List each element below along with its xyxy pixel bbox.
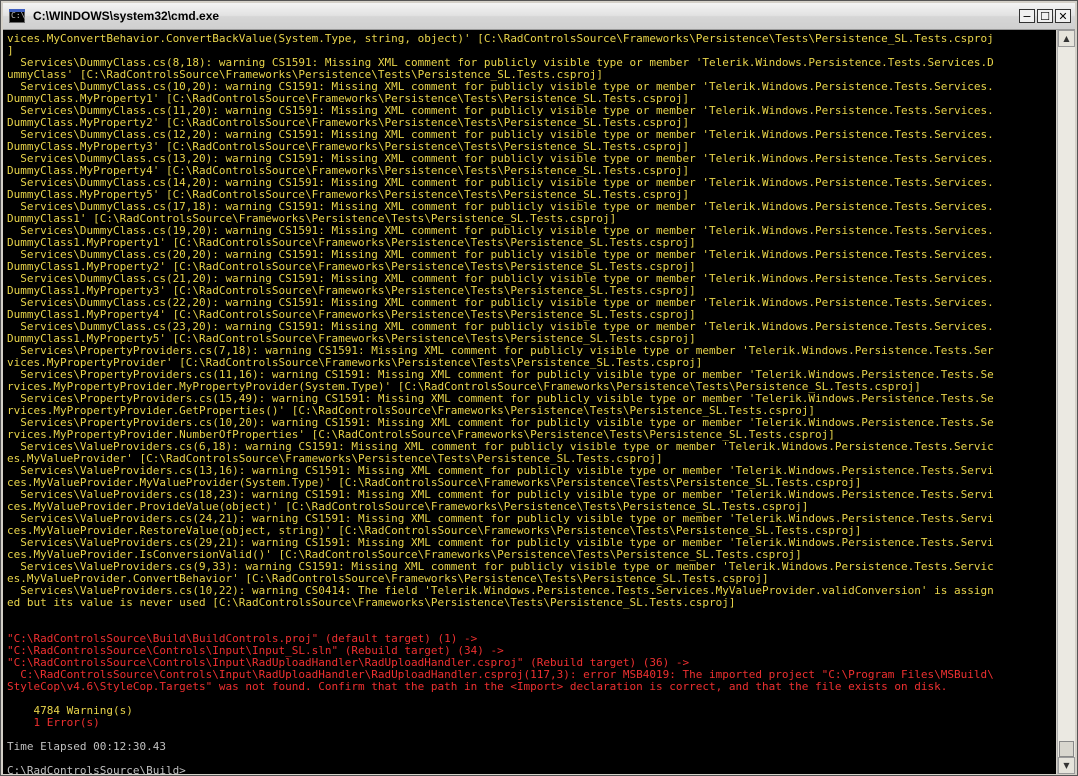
console-output[interactable]: vices.MyConvertBehavior.ConvertBackValue… (3, 30, 1056, 774)
title-bar[interactable]: C:\ C:\WINDOWS\system32\cmd.exe − ☐ ✕ (3, 3, 1075, 30)
console-text: vices.MyConvertBehavior.ConvertBackValue… (7, 32, 1056, 775)
close-button[interactable]: ✕ (1055, 9, 1071, 23)
console-line: Time Elapsed 00:12:30.43 (7, 740, 166, 753)
cmd-app-icon[interactable]: C:\ (9, 9, 25, 23)
console-line: StyleCop\v4.6\StyleCop.Targets" was not … (7, 680, 948, 693)
cmd-window: C:\ C:\WINDOWS\system32\cmd.exe − ☐ ✕ vi… (0, 0, 1078, 776)
console-line: vices.MyConvertBehavior.ConvertBackValue… (7, 32, 994, 45)
scroll-up-button[interactable]: ▲ (1058, 30, 1075, 47)
vertical-scrollbar[interactable]: ▲ ▼ (1057, 30, 1075, 774)
scroll-down-button[interactable]: ▼ (1058, 757, 1075, 774)
minimize-button[interactable]: − (1019, 9, 1035, 23)
maximize-button[interactable]: ☐ (1037, 9, 1053, 23)
console-line: C:\RadControlsSource\Build> (7, 764, 186, 775)
console-line: 4784 Warning(s) (7, 704, 133, 717)
scroll-thumb[interactable] (1059, 741, 1074, 757)
window-title: C:\WINDOWS\system32\cmd.exe (33, 9, 220, 23)
window-controls: − ☐ ✕ (1019, 9, 1071, 23)
console-line: 1 Error(s) (7, 716, 100, 729)
console-line: ed but its value is never used [C:\RadCo… (7, 596, 736, 609)
